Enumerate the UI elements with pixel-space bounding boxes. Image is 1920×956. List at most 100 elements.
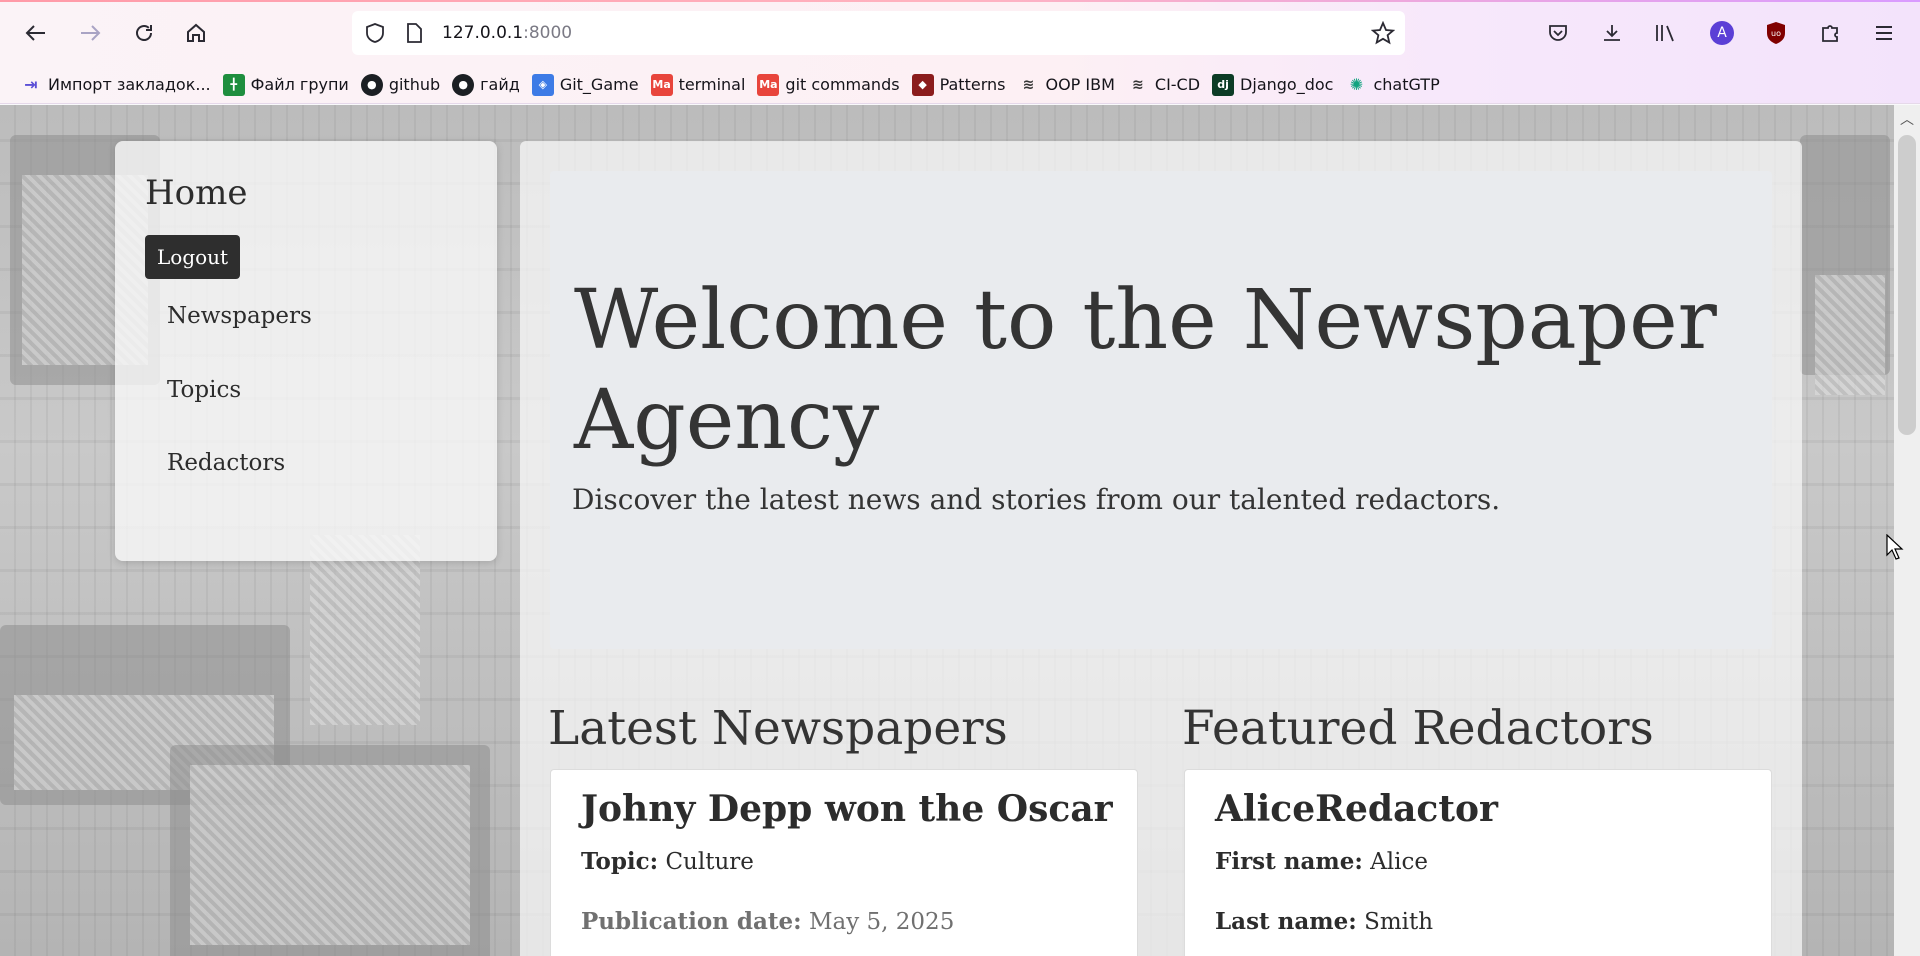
bookmark-item[interactable]: ◆ Patterns [908, 70, 1014, 100]
bookmark-item[interactable]: ✺ chatGTP [1341, 70, 1447, 100]
page-title: Welcome to the Newspaper Agency [574, 273, 1717, 468]
star-icon[interactable] [1371, 21, 1395, 45]
menu-button[interactable] [1866, 15, 1902, 51]
bookmark-item[interactable]: ◈ Git_Game [528, 70, 647, 100]
hamburger-icon [1876, 26, 1892, 40]
download-icon [1604, 25, 1620, 41]
github-icon: ● [452, 73, 475, 96]
bookmark-label: CI-CD [1154, 75, 1201, 94]
back-button[interactable] [18, 15, 54, 51]
newspaper-card[interactable]: Johny Depp won the Oscar Topic: Culture … [550, 769, 1138, 956]
svg-text:uo: uo [1771, 29, 1781, 38]
github-icon: ● [360, 73, 383, 96]
bookmark-item[interactable]: ╋ Файл групи [219, 70, 357, 100]
sidebar: Home Logout Newspapers Topics Redactors [115, 141, 497, 561]
arrow-left-icon [25, 25, 45, 41]
sidebar-item-topics[interactable]: Topics [167, 377, 241, 403]
bookmarks-toolbar: ⇥ Импорт закладок... ╋ Файл групи ● gith… [0, 66, 1920, 104]
home-icon [187, 23, 205, 42]
topic-value: Culture [665, 849, 754, 875]
url-port: :8000 [523, 23, 573, 43]
chatgpt-icon: ✺ [1349, 75, 1364, 94]
page-viewport: Home Logout Newspapers Topics Redactors … [0, 105, 1920, 956]
background-grille [1815, 275, 1885, 395]
date-label: Publication date: [581, 908, 802, 935]
address-bar[interactable]: 127.0.0.1:8000 [352, 11, 1405, 55]
bookmark-label: OOP IBM [1045, 75, 1115, 94]
sheets-icon: ╋ [222, 73, 245, 96]
ublock-button[interactable]: uo [1758, 15, 1794, 51]
shield-icon[interactable] [364, 22, 386, 44]
bookmark-item[interactable]: ≋ OOP IBM [1013, 70, 1122, 100]
bookmark-label: Git_Game [559, 75, 639, 94]
url-text: 127.0.0.1:8000 [442, 23, 572, 43]
last-name-value: Smith [1364, 909, 1434, 935]
newspaper-topic: Topic: Culture [581, 848, 754, 875]
first-name-value: Alice [1370, 849, 1428, 875]
bookmark-item[interactable]: ≋ CI-CD [1123, 70, 1208, 100]
mouse-cursor-icon [1886, 533, 1904, 566]
bookmark-label: git commands [785, 75, 900, 94]
avatar: A [1710, 21, 1734, 45]
import-icon: ⇥ [24, 75, 38, 94]
page-icon[interactable] [404, 22, 424, 44]
url-host: 127.0.0.1 [442, 23, 524, 43]
last-name-label: Last name: [1215, 908, 1357, 935]
puzzle-icon [1822, 25, 1838, 42]
bookmark-item[interactable]: dj Django_doc [1208, 70, 1341, 100]
first-name-label: First name: [1215, 848, 1363, 875]
bookmark-label: Django_doc [1240, 75, 1334, 94]
account-button[interactable]: A [1704, 15, 1740, 51]
redactor-last-name: Last name: Smith [1215, 908, 1433, 935]
background-grille [310, 535, 420, 725]
bookmark-label: chatGTP [1373, 75, 1440, 94]
arrow-right-icon [81, 25, 101, 41]
bookmark-label: terminal [678, 75, 746, 94]
redactor-card[interactable]: AliceRedactor First name: Alice Last nam… [1184, 769, 1772, 956]
browser-toolbar: 127.0.0.1:8000 A uo [0, 0, 1920, 66]
bookmark-label: гайд [480, 75, 520, 94]
redactor-username[interactable]: AliceRedactor [1215, 788, 1498, 830]
newspaper-date: Publication date: May 5, 2025 [581, 908, 954, 935]
reload-button[interactable] [126, 15, 162, 51]
bookmark-item[interactable]: ● гайд [448, 70, 528, 100]
bookmark-label: Файл групи [250, 75, 349, 94]
scrollbar-thumb[interactable] [1898, 135, 1916, 435]
bookmark-item[interactable]: ⇥ Импорт закладок... [16, 70, 219, 100]
bookmark-label: Patterns [939, 75, 1006, 94]
logout-button[interactable]: Logout [145, 235, 241, 279]
git-game-icon: ◈ [531, 73, 554, 96]
sidebar-item-newspapers[interactable]: Newspapers [167, 303, 312, 329]
sidebar-title[interactable]: Home [145, 173, 247, 213]
topic-label: Topic: [581, 848, 659, 875]
chevron-up-icon[interactable]: ︿ [1900, 109, 1914, 129]
library-button[interactable] [1648, 15, 1684, 51]
hero-subtitle: Discover the latest news and stories fro… [572, 483, 1501, 516]
extensions-button[interactable] [1812, 15, 1848, 51]
pocket-icon [1549, 25, 1567, 41]
background-grille [190, 765, 470, 945]
newspaper-title[interactable]: Johny Depp won the Oscar [581, 788, 1113, 830]
sidebar-item-redactors[interactable]: Redactors [167, 450, 285, 476]
reload-icon [136, 25, 152, 41]
date-value: May 5, 2025 [808, 909, 955, 935]
page-scrollbar[interactable]: ︿ [1894, 105, 1920, 956]
ma-icon: Ma [650, 73, 673, 96]
redactor-first-name: First name: Alice [1215, 848, 1428, 875]
bookmark-label: Импорт закладок... [48, 75, 211, 94]
bookmark-item[interactable]: Ma git commands [753, 70, 907, 100]
library-icon [1656, 25, 1674, 42]
main-content: Welcome to the Newspaper Agency Discover… [520, 141, 1802, 956]
ublock-icon: uo [1767, 22, 1785, 44]
bookmark-item[interactable]: Ma terminal [647, 70, 754, 100]
bookmark-item[interactable]: ● github [357, 70, 448, 100]
latest-newspapers-heading: Latest Newspapers [548, 701, 1008, 756]
forward-button[interactable] [72, 15, 108, 51]
downloads-button[interactable] [1594, 15, 1630, 51]
home-button[interactable] [178, 15, 214, 51]
bookmark-label: github [388, 75, 441, 94]
ibm-icon: ≋ [1132, 76, 1144, 93]
pocket-button[interactable] [1540, 15, 1576, 51]
ma-icon: Ma [757, 73, 780, 96]
hero-jumbotron: Welcome to the Newspaper Agency Discover… [550, 171, 1772, 649]
